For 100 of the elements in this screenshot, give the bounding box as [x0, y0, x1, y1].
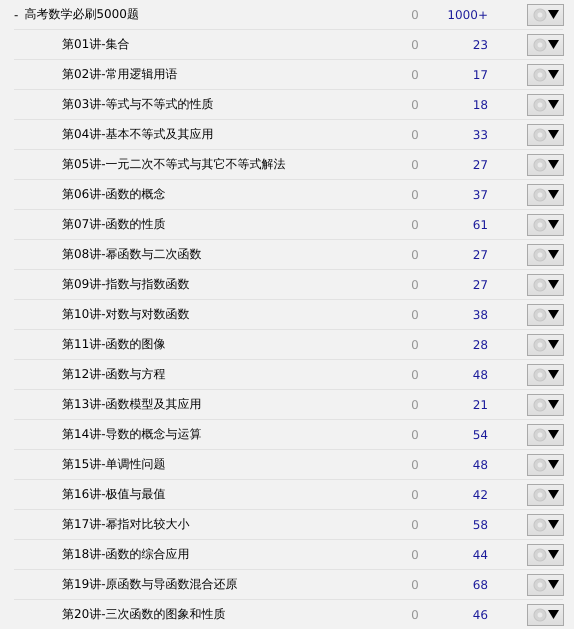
caret-down-icon: [548, 130, 558, 139]
zero-count: 0: [410, 308, 420, 322]
question-count: 33: [472, 128, 489, 142]
question-count: 61: [472, 218, 489, 232]
caret-down-icon: [548, 160, 558, 169]
question-count: 48: [472, 368, 489, 382]
options-dropdown-button[interactable]: [527, 304, 564, 326]
chapter-title[interactable]: 第04讲-基本不等式及其应用: [62, 126, 214, 143]
gear-icon: [532, 38, 546, 52]
chapter-title[interactable]: 第16讲-极值与最值: [62, 486, 166, 503]
zero-count: 0: [410, 338, 420, 352]
zero-count: 0: [410, 518, 420, 532]
chapter-title[interactable]: 第15讲-单调性问题: [62, 456, 166, 473]
chapter-title[interactable]: 第11讲-函数的图像: [62, 336, 166, 353]
caret-down-icon: [548, 190, 558, 199]
caret-down-icon: [548, 220, 558, 229]
zero-count: 0: [410, 458, 420, 472]
chapter-title[interactable]: 第19讲-原函数与导函数混合还原: [62, 576, 238, 593]
caret-down-icon: [548, 10, 558, 19]
gear-icon: [532, 248, 546, 262]
gear-icon: [532, 338, 546, 352]
gear-icon: [532, 98, 546, 112]
question-count: 48: [472, 458, 489, 472]
question-count: 38: [472, 308, 489, 322]
chapter-title[interactable]: 第10讲-对数与对数函数: [62, 306, 190, 323]
caret-down-icon: [548, 40, 558, 49]
chapter-title[interactable]: 第05讲-一元二次不等式与其它不等式解法: [62, 156, 286, 173]
options-dropdown-button[interactable]: [527, 94, 564, 116]
options-dropdown-button[interactable]: [527, 4, 564, 26]
zero-count: 0: [410, 398, 420, 412]
options-dropdown-button[interactable]: [527, 334, 564, 356]
caret-down-icon: [548, 280, 558, 289]
options-dropdown-button[interactable]: [527, 484, 564, 506]
options-dropdown-button[interactable]: [527, 244, 564, 266]
zero-count: 0: [410, 98, 420, 112]
chapter-title[interactable]: 第06讲-函数的概念: [62, 186, 166, 203]
options-dropdown-button[interactable]: [527, 544, 564, 566]
options-dropdown-button[interactable]: [527, 184, 564, 206]
gear-icon: [532, 68, 546, 82]
chapter-title[interactable]: 第12讲-函数与方程: [62, 366, 166, 383]
gear-icon: [532, 278, 546, 292]
chapter-title[interactable]: 第14讲-导数的概念与运算: [62, 426, 202, 443]
caret-down-icon: [548, 520, 558, 529]
caret-down-icon: [548, 580, 558, 589]
gear-icon: [532, 578, 546, 592]
options-dropdown-button[interactable]: [527, 364, 564, 386]
caret-down-icon: [548, 610, 558, 619]
options-dropdown-button[interactable]: [527, 154, 564, 176]
question-count: 27: [472, 248, 489, 262]
question-count: 68: [472, 578, 489, 592]
zero-count: 0: [410, 368, 420, 382]
zero-count: 0: [410, 128, 420, 142]
caret-down-icon: [548, 70, 558, 79]
collapse-toggle[interactable]: -: [14, 8, 18, 22]
caret-down-icon: [548, 400, 558, 409]
options-dropdown-button[interactable]: [527, 64, 564, 86]
options-dropdown-button[interactable]: [527, 424, 564, 446]
options-dropdown-button[interactable]: [527, 574, 564, 596]
options-dropdown-button[interactable]: [527, 394, 564, 416]
zero-count: 0: [410, 38, 420, 52]
chapter-title[interactable]: 第17讲-幂指对比较大小: [62, 516, 190, 533]
question-count: 28: [472, 338, 489, 352]
zero-count: 0: [410, 248, 420, 262]
chapter-title[interactable]: 第20讲-三次函数的图象和性质: [62, 606, 226, 623]
zero-count: 0: [410, 218, 420, 232]
question-count: 23: [472, 38, 489, 52]
gear-icon: [532, 218, 546, 232]
zero-count: 0: [410, 428, 420, 442]
zero-count: 0: [410, 548, 420, 562]
gear-icon: [532, 488, 546, 502]
options-dropdown-button[interactable]: [527, 454, 564, 476]
question-count: 37: [472, 188, 489, 202]
options-dropdown-button[interactable]: [527, 274, 564, 296]
options-dropdown-button[interactable]: [527, 214, 564, 236]
gear-icon: [532, 548, 546, 562]
options-dropdown-button[interactable]: [527, 34, 564, 56]
zero-count: 0: [410, 8, 420, 22]
chapter-title[interactable]: 第09讲-指数与指数函数: [62, 276, 190, 293]
chapter-title[interactable]: 第01讲-集合: [62, 36, 130, 53]
options-dropdown-button[interactable]: [527, 514, 564, 536]
chapter-title[interactable]: 第18讲-函数的综合应用: [62, 546, 190, 563]
gear-icon: [532, 428, 546, 442]
caret-down-icon: [548, 340, 558, 349]
chapter-title[interactable]: 第08讲-幂函数与二次函数: [62, 246, 202, 263]
chapter-title[interactable]: 第03讲-等式与不等式的性质: [62, 96, 214, 113]
caret-down-icon: [548, 490, 558, 499]
caret-down-icon: [548, 460, 558, 469]
gear-icon: [532, 608, 546, 622]
question-count: 46: [472, 608, 489, 622]
chapter-title[interactable]: 第07讲-函数的性质: [62, 216, 166, 233]
book-title[interactable]: 高考数学必刷5000题: [24, 6, 139, 23]
chapter-title[interactable]: 第02讲-常用逻辑用语: [62, 66, 178, 83]
options-dropdown-button[interactable]: [527, 604, 564, 626]
question-count: 17: [472, 68, 489, 82]
zero-count: 0: [410, 158, 420, 172]
zero-count: 0: [410, 278, 420, 292]
options-dropdown-button[interactable]: [527, 124, 564, 146]
zero-count: 0: [410, 188, 420, 202]
chapter-title[interactable]: 第13讲-函数模型及其应用: [62, 396, 202, 413]
caret-down-icon: [548, 250, 558, 259]
